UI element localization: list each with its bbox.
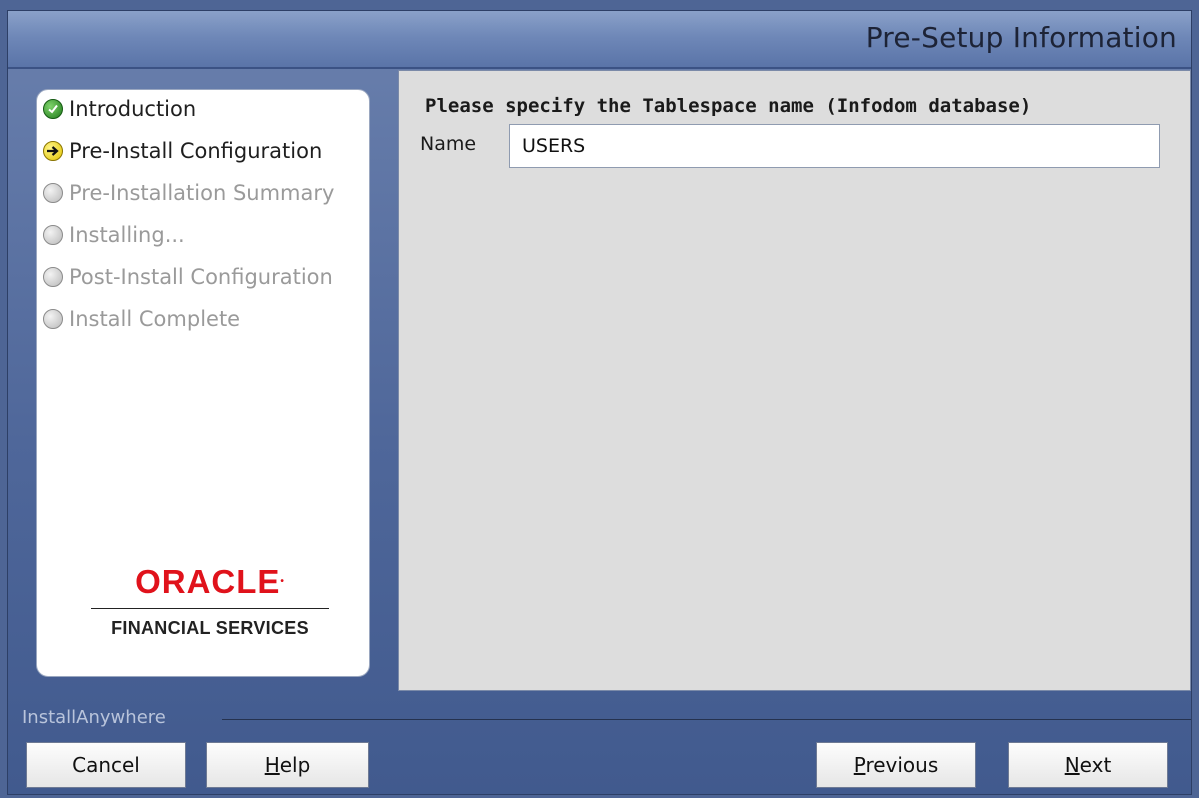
logo-subtitle: FINANCIAL SERVICES (111, 618, 309, 638)
step-installing: Installing... (43, 220, 185, 250)
step-label: Pre-Installation Summary (69, 181, 335, 205)
step-pre-install-configuration: Pre-Install Configuration (43, 136, 322, 166)
installer-window: Pre-Setup Information Introduction Pre-I… (7, 10, 1192, 795)
tablespace-prompt: Please specify the Tablespace name (Info… (425, 95, 1032, 117)
footer-divider (222, 719, 1191, 720)
step-introduction: Introduction (43, 94, 196, 124)
content-panel: Please specify the Tablespace name (Info… (398, 70, 1191, 691)
arrow-circle-icon (43, 141, 63, 161)
step-label: Installing... (69, 223, 185, 247)
page-title: Pre-Setup Information (865, 21, 1177, 54)
step-install-complete: Install Complete (43, 304, 240, 334)
footer-brand-row: InstallAnywhere (8, 707, 1191, 733)
tablespace-name-input[interactable] (509, 124, 1160, 168)
logo-divider (91, 608, 329, 609)
empty-circle-icon (43, 183, 63, 203)
step-label: Post-Install Configuration (69, 265, 333, 289)
logo-wordmark: ORACLE• (135, 563, 285, 600)
oracle-logo: ORACLE• FINANCIAL SERVICES (85, 562, 335, 639)
empty-circle-icon (43, 267, 63, 287)
header-bar: Pre-Setup Information (8, 11, 1191, 69)
cancel-button[interactable]: Cancel (26, 742, 186, 788)
empty-circle-icon (43, 309, 63, 329)
step-pre-installation-summary: Pre-Installation Summary (43, 178, 334, 208)
empty-circle-icon (43, 225, 63, 245)
steps-panel: Introduction Pre-Install Configuration P… (36, 89, 370, 677)
previous-button[interactable]: Previous (816, 742, 976, 788)
step-post-install-configuration: Post-Install Configuration (43, 262, 333, 292)
installanywhere-label: InstallAnywhere (22, 707, 166, 728)
step-label: Install Complete (69, 307, 241, 331)
step-label: Pre-Install Configuration (69, 139, 323, 163)
name-label: Name (420, 133, 477, 155)
help-button[interactable]: Help (206, 742, 369, 788)
check-circle-icon (43, 99, 63, 119)
next-button[interactable]: Next (1008, 742, 1168, 788)
step-label: Introduction (69, 97, 197, 121)
